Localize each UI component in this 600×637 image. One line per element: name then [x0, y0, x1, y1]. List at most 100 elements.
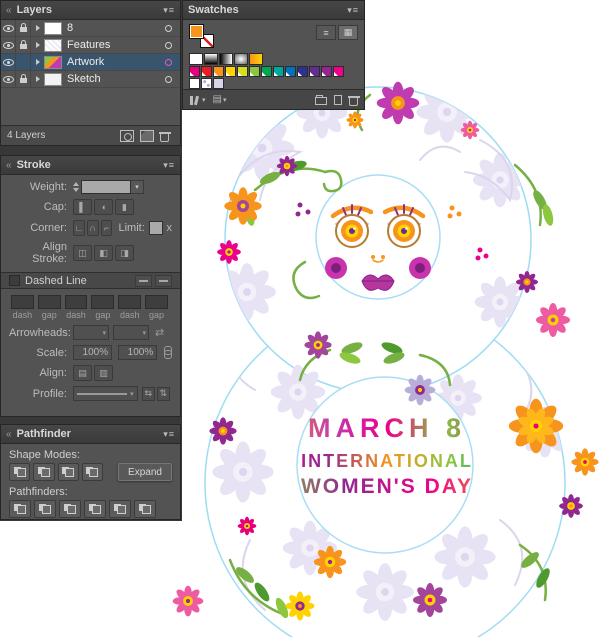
swatch[interactable]: [189, 53, 203, 65]
visibility-toggle[interactable]: [1, 19, 16, 37]
swatch[interactable]: [234, 53, 248, 65]
expand-arrow-icon[interactable]: [36, 76, 40, 82]
swatch[interactable]: [261, 66, 272, 77]
exclude-button[interactable]: [81, 463, 103, 481]
target-circle[interactable]: [165, 41, 172, 49]
swatch[interactable]: [297, 66, 308, 77]
dash-field-2[interactable]: [64, 295, 88, 309]
link-scales-icon[interactable]: [163, 346, 172, 359]
collapse-panel-icon[interactable]: «: [6, 5, 12, 16]
new-swatch-button[interactable]: [334, 94, 342, 105]
swatch-kinds-icon[interactable]: ▤ ▾: [213, 94, 227, 105]
lock-toggle[interactable]: [16, 53, 31, 71]
outline-button[interactable]: [109, 500, 131, 518]
layer-row-sketch[interactable]: Sketch: [1, 70, 180, 88]
dash-field-3[interactable]: [118, 295, 142, 309]
swatch[interactable]: [204, 53, 218, 65]
panel-menu-icon[interactable]: ▾≡: [163, 429, 175, 440]
layer-row-8[interactable]: 8: [1, 19, 180, 37]
dash-field-1[interactable]: [11, 295, 34, 309]
width-profile-dropdown[interactable]: ▾: [73, 386, 138, 401]
layer-name[interactable]: Artwork: [67, 56, 165, 68]
gap-field-2[interactable]: [91, 295, 115, 309]
expand-arrow-icon[interactable]: [36, 25, 40, 31]
fill-color-swatch[interactable]: [189, 24, 204, 39]
layer-row-artwork[interactable]: Artwork: [1, 53, 180, 71]
trim-button[interactable]: [34, 500, 56, 518]
arrowhead-align-tip-button[interactable]: ▤: [73, 365, 92, 381]
swatch[interactable]: [237, 66, 248, 77]
lock-toggle[interactable]: [16, 70, 31, 88]
fill-stroke-indicator[interactable]: [189, 24, 221, 52]
minus-back-button[interactable]: [134, 500, 156, 518]
cap-butt-button[interactable]: ▌: [73, 199, 92, 215]
gap-field-1[interactable]: [37, 295, 61, 309]
gap-field-3[interactable]: [145, 295, 168, 309]
limit-input[interactable]: [148, 221, 164, 235]
new-layer-button[interactable]: [140, 129, 154, 142]
target-circle[interactable]: [165, 24, 172, 32]
intersect-button[interactable]: [57, 463, 79, 481]
panel-menu-icon[interactable]: ▾≡: [163, 160, 175, 171]
weight-stepper[interactable]: [73, 181, 79, 193]
panel-menu-icon[interactable]: ▾≡: [347, 5, 359, 16]
join-miter-button[interactable]: ∟: [73, 220, 85, 236]
swap-arrowheads-icon[interactable]: ⇄: [155, 326, 164, 339]
arrowhead-scale-end-input[interactable]: 100%: [118, 345, 158, 360]
arrowhead-start-dropdown[interactable]: ▾: [73, 325, 109, 340]
layer-name[interactable]: Sketch: [67, 73, 165, 85]
make-clipping-mask-button[interactable]: [120, 129, 134, 142]
collapse-panel-icon[interactable]: «: [6, 429, 12, 440]
list-view-button[interactable]: ≡: [316, 25, 336, 40]
arrowhead-end-dropdown[interactable]: ▾: [113, 325, 149, 340]
layer-row-features[interactable]: Features: [1, 36, 180, 54]
join-round-button[interactable]: ∩: [86, 220, 99, 236]
expand-button[interactable]: Expand: [118, 463, 172, 481]
swatch[interactable]: [189, 78, 200, 89]
minus-front-button[interactable]: [33, 463, 55, 481]
visibility-toggle[interactable]: [1, 70, 16, 88]
align-dash-button[interactable]: [155, 274, 172, 287]
swatch[interactable]: [285, 66, 296, 77]
align-stroke-inside-button[interactable]: ◧: [94, 245, 113, 261]
panel-menu-icon[interactable]: ▾≡: [163, 5, 175, 16]
new-swatch-group-button[interactable]: [315, 94, 327, 105]
join-bevel-button[interactable]: ⌐: [100, 220, 113, 236]
cap-projecting-button[interactable]: ▮: [115, 199, 134, 215]
layer-name[interactable]: Features: [67, 39, 165, 51]
cap-round-button[interactable]: ◖: [94, 199, 113, 215]
dashed-line-checkbox[interactable]: [9, 275, 20, 286]
swatch[interactable]: [201, 66, 212, 77]
stroke-panel-header[interactable]: « Stroke ▾≡: [1, 156, 180, 175]
expand-arrow-icon[interactable]: [36, 42, 40, 48]
preserve-dash-button[interactable]: [135, 274, 152, 287]
layers-panel-header[interactable]: « Layers ▾≡: [1, 1, 180, 20]
swatch[interactable]: [189, 66, 200, 77]
align-stroke-outside-button[interactable]: ◨: [115, 245, 134, 261]
swatch[interactable]: [249, 53, 263, 65]
swatch[interactable]: [249, 66, 260, 77]
swatch-libraries-icon[interactable]: ▾: [189, 95, 206, 105]
visibility-toggle[interactable]: [1, 36, 16, 54]
arrowhead-scale-start-input[interactable]: 100%: [73, 345, 113, 360]
crop-button[interactable]: [84, 500, 106, 518]
pathfinder-panel-header[interactable]: « Pathfinder ▾≡: [1, 425, 180, 444]
expand-arrow-icon[interactable]: [36, 59, 40, 65]
align-stroke-center-button[interactable]: ◫: [73, 245, 92, 261]
arrowhead-align-end-button[interactable]: ▥: [94, 365, 113, 381]
swatch[interactable]: [309, 66, 320, 77]
swatches-panel-header[interactable]: Swatches ▾≡: [183, 1, 364, 20]
swatch[interactable]: [213, 66, 224, 77]
swatch[interactable]: [333, 66, 344, 77]
swatch[interactable]: [273, 66, 284, 77]
lock-toggle[interactable]: [16, 19, 31, 37]
delete-swatch-button[interactable]: [348, 95, 360, 106]
target-circle[interactable]: [165, 58, 172, 66]
divide-button[interactable]: [9, 500, 31, 518]
flip-along-button[interactable]: ⇆: [141, 386, 155, 401]
flip-across-button[interactable]: ⇅: [156, 386, 170, 401]
unite-button[interactable]: [9, 463, 31, 481]
weight-dropdown-arrow[interactable]: ▾: [131, 180, 144, 194]
grid-view-button[interactable]: ▦: [338, 25, 358, 40]
merge-button[interactable]: [59, 500, 81, 518]
